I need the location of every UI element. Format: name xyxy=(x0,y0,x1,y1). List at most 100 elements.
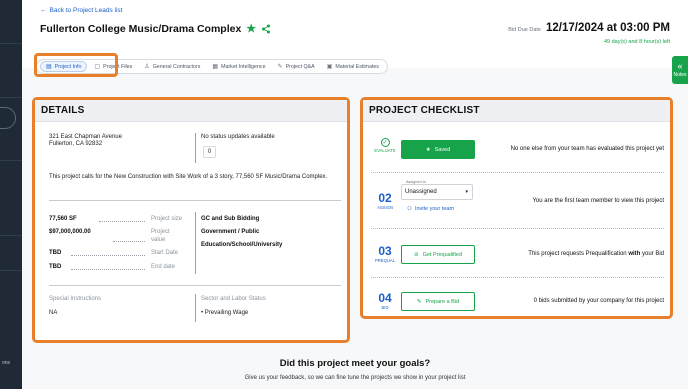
step-label: EVALUATE xyxy=(374,148,396,153)
back-link-label: Back to Project Leads list xyxy=(49,7,123,14)
rail-label: ons xyxy=(2,360,11,366)
status-count-badge: 0 xyxy=(203,146,216,158)
arrow-left-icon: ← xyxy=(40,7,47,14)
rail-divider xyxy=(0,43,22,44)
bid-due-value: 12/17/2024 at 03:00 PM xyxy=(545,22,670,34)
invite-team-label: Invite your team xyxy=(414,206,455,212)
notes-label: Notes xyxy=(673,71,687,78)
step-evaluate: ✓ EVALUATE xyxy=(371,138,399,153)
end-date-value: TBD xyxy=(49,264,62,270)
tab-material-estimates[interactable]: ▣ Material Estimates xyxy=(322,61,384,72)
left-navigation-rail: ons xyxy=(0,0,22,389)
leader-dots xyxy=(99,221,145,222)
notes-drawer-toggle[interactable]: « Notes xyxy=(672,56,688,84)
prequal-message-part-1: This project requests Prequalification xyxy=(528,251,629,257)
project-value-label-1: Project xyxy=(151,229,170,235)
assigned-to-select[interactable]: Unassigned ▾ xyxy=(401,184,473,200)
edit-icon: ✎ xyxy=(416,298,422,305)
check-circle-icon: ✓ xyxy=(380,138,390,147)
status-text: No status updates available xyxy=(201,134,275,140)
prequal-message-bold: with xyxy=(628,251,641,257)
project-description: This project calls for the New Construct… xyxy=(49,174,328,180)
sector-labor-label: Sector and Labor Status xyxy=(201,296,266,302)
section-divider xyxy=(49,285,341,286)
rail-divider xyxy=(0,270,22,271)
saved-button-label: Saved xyxy=(434,146,451,153)
special-instructions-label: Special Instructions xyxy=(49,296,102,302)
special-instructions-value: NA xyxy=(49,310,58,316)
rail-toggle-button[interactable] xyxy=(0,107,16,129)
people-icon: ♙ xyxy=(144,64,150,70)
end-date-label: End date xyxy=(151,264,176,270)
step-prequal: 03 PREQUAL xyxy=(371,245,399,263)
details-heading: DETAILS xyxy=(35,100,347,122)
step-label: PREQUAL xyxy=(374,258,395,263)
column-divider xyxy=(195,133,196,163)
leader-dots xyxy=(113,241,145,242)
category-education: Education/School/University xyxy=(201,242,283,248)
sector-labor-text: Prevailing Wage xyxy=(204,310,249,316)
assigned-to-label: Assigned to xyxy=(405,180,427,184)
step-assign: 02 ASSIGN xyxy=(371,192,399,210)
feedback-title: Did this project meet your goals? xyxy=(279,358,431,369)
column-divider xyxy=(195,212,196,274)
project-title-row: Fullerton College Music/Drama Complex ★ xyxy=(40,22,271,35)
share-icon[interactable] xyxy=(261,24,271,34)
rail-divider xyxy=(0,235,22,236)
address-line-1: 321 East Chapman Avenue xyxy=(49,134,122,140)
rail-divider xyxy=(0,97,22,98)
project-value-value: $97,000,000.00 xyxy=(49,229,91,235)
prepare-bid-button[interactable]: ✎ Prepare a Bid xyxy=(401,292,475,311)
project-value-label-2: value xyxy=(151,237,166,243)
tab-label: Market Intelligence xyxy=(221,63,266,70)
get-prequalified-button[interactable]: ⊘ Get Prequalified xyxy=(401,245,475,264)
checklist-heading: PROJECT CHECKLIST xyxy=(363,100,670,122)
checklist-divider xyxy=(371,228,664,229)
rail-divider xyxy=(0,160,22,161)
start-date-value: TBD xyxy=(49,250,62,256)
project-size-label: Project size xyxy=(151,216,183,222)
project-header: ← Back to Project Leads list Fullerton C… xyxy=(22,0,688,68)
tab-general-contractors[interactable]: ♙ General Contractors xyxy=(139,61,205,72)
leader-dots xyxy=(71,255,145,256)
tab-project-qa[interactable]: ✎ Project Q&A xyxy=(273,61,320,72)
get-prequalified-label: Get Prequalified xyxy=(422,251,463,258)
prequal-message: This project requests Prequalification w… xyxy=(528,251,664,257)
assign-message: You are the first team member to view th… xyxy=(532,198,664,204)
start-date-label: Start Date xyxy=(151,250,179,256)
prepare-bid-label: Prepare a Bid xyxy=(425,298,460,305)
star-icon: ★ xyxy=(425,146,431,153)
tab-label: Material Estimates xyxy=(335,63,379,70)
project-checklist-panel: PROJECT CHECKLIST ✓ EVALUATE ★ Saved No … xyxy=(360,97,673,319)
tab-label: Project Q&A xyxy=(285,63,315,70)
leader-dots xyxy=(71,269,145,270)
column-divider xyxy=(195,294,196,322)
sector-labor-value: • Prevailing Wage xyxy=(201,310,249,316)
back-to-leads-link[interactable]: ← Back to Project Leads list xyxy=(40,7,122,14)
feedback-subtitle: Give us your feedback, so we can fine tu… xyxy=(244,375,466,381)
step-bid: 04 BID xyxy=(371,292,399,310)
tab-label: General Contractors xyxy=(152,63,201,70)
evaluate-message: No one else from your team has evaluated… xyxy=(510,146,664,152)
details-panel: DETAILS 321 East Chapman Avenue Fullerto… xyxy=(32,97,350,343)
page-title: Fullerton College Music/Drama Complex xyxy=(40,22,242,35)
time-remaining: 49 day(s) and 8 hour(s) left xyxy=(603,39,670,45)
checklist-divider xyxy=(371,277,664,278)
saved-button[interactable]: ★ Saved xyxy=(401,140,475,159)
section-divider xyxy=(49,200,341,201)
calculator-icon: ▣ xyxy=(326,64,333,70)
chevron-left-double-icon: « xyxy=(677,60,683,71)
caret-down-icon: ▾ xyxy=(465,189,468,195)
address-line-2: Fullerton, CA 92832 xyxy=(49,141,103,147)
bid-message: 0 bids submitted by your company for thi… xyxy=(533,298,664,304)
main-content: ← Back to Project Leads list Fullerton C… xyxy=(22,0,688,389)
category-government: Government / Public xyxy=(201,229,260,235)
tab-market-intelligence[interactable]: ▦ Market Intelligence xyxy=(207,61,270,72)
invite-team-link[interactable]: ⚇ Invite your team xyxy=(407,206,454,212)
star-icon[interactable]: ★ xyxy=(246,22,256,35)
step-number: 04 xyxy=(378,291,392,305)
check-circle-icon: ⊘ xyxy=(413,251,419,258)
category-bidding: GC and Sub Bidding xyxy=(201,216,260,222)
add-user-icon: ⚇ xyxy=(407,206,412,212)
chart-icon: ▦ xyxy=(212,64,219,70)
